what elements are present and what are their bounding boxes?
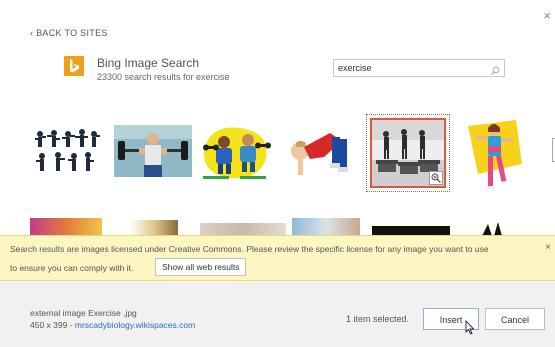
cancel-button[interactable]: Cancel [485,308,545,330]
license-notice-bar: Search results are images licensed under… [0,235,555,281]
back-to-sites-link[interactable]: ‹ BACK TO SITES [30,28,108,38]
close-dialog-icon[interactable]: × [543,8,551,23]
selection-count: 1 item selected. [346,314,410,324]
notice-text-line1: Search results are images licensed under… [10,244,489,254]
selected-image-info: external image Exercise .jpg [30,308,137,318]
zoom-icon[interactable] [429,171,443,185]
search-field[interactable] [333,59,505,77]
search-input[interactable] [338,62,478,74]
result-cartoon-dumbbells[interactable] [200,120,272,182]
search-icon[interactable] [490,63,500,81]
result-child-stretching[interactable] [284,123,354,181]
result-aerobics-woman[interactable] [466,116,524,196]
show-all-web-results-button[interactable]: Show all web results [155,258,247,276]
notice-text-line2: to ensure you can comply with it. [10,263,134,273]
selected-image-source: 450 x 399 - mrscadybiology.wikispaces.co… [30,320,195,330]
dialog-footer: external image Exercise .jpg 450 x 399 -… [0,282,555,347]
notice-close-icon[interactable]: × [545,242,551,253]
result-weightlifter[interactable] [114,125,192,177]
result-treadmill-runners[interactable] [366,114,450,192]
bing-logo-icon [64,56,84,76]
result-dancers-silhouettes[interactable] [30,120,102,182]
source-title: Bing Image Search [97,56,200,70]
results-count: 23300 search results for exercise [97,72,230,82]
mouse-cursor-icon [465,319,475,341]
source-site-link[interactable]: mrscadybiology.wikispaces.com [75,320,195,330]
image-dimensions: 450 x 399 - [30,320,75,330]
results-grid [0,108,555,238]
